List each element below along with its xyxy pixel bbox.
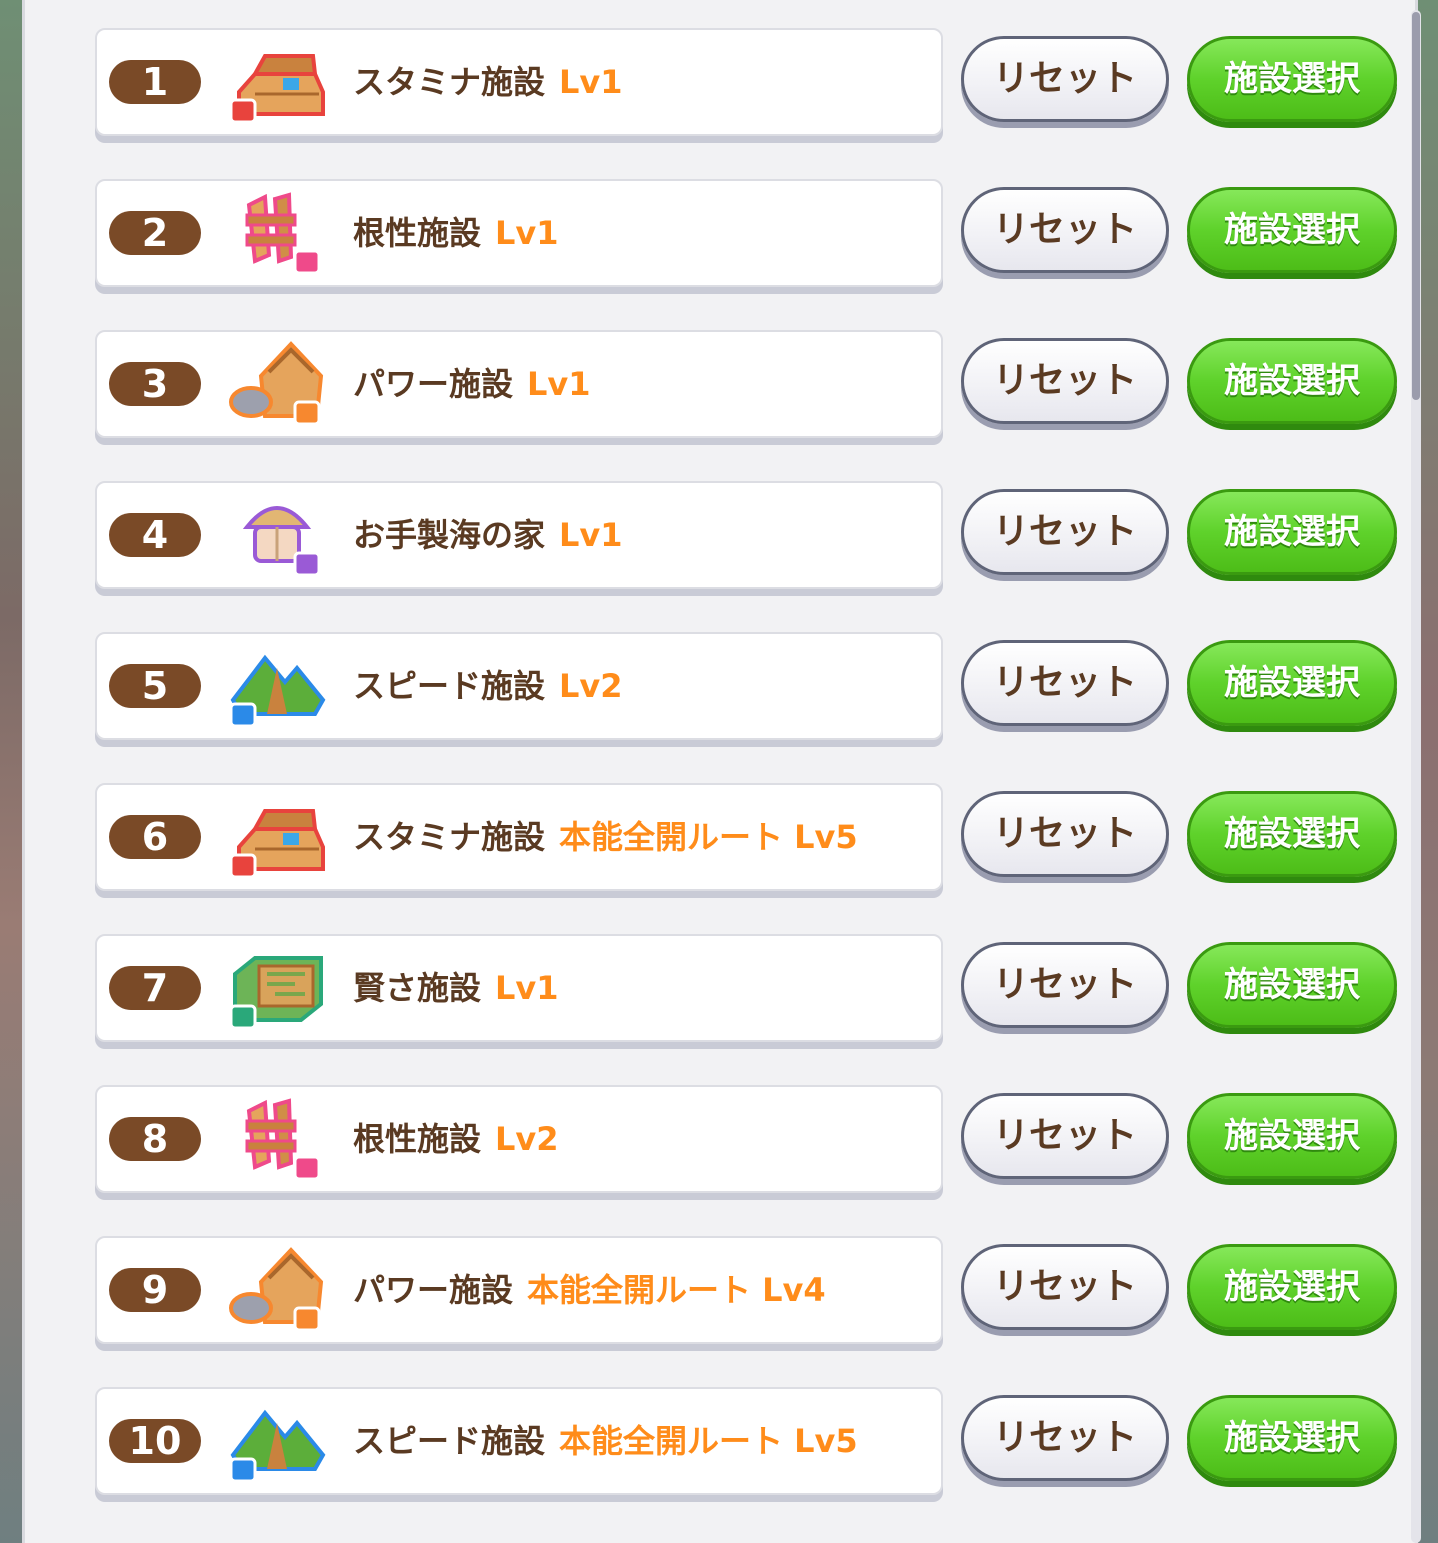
facility-row: 9 パワー施設 本能全開ルート Lv4 リセット 施設選択 xyxy=(25,1236,1405,1356)
facility-level: Lv1 xyxy=(559,63,623,101)
reset-button[interactable]: リセット xyxy=(961,187,1169,273)
speed-facility-icon xyxy=(225,638,329,734)
facility-name: パワー施設 xyxy=(353,1271,514,1309)
select-facility-button[interactable]: 施設選択 xyxy=(1187,1395,1397,1481)
slot-number-badge: 8 xyxy=(109,1117,201,1161)
facility-label: スタミナ施設 Lv1 xyxy=(353,60,623,104)
facility-row: 1 スタミナ施設 Lv1 リセット 施設選択 xyxy=(25,28,1405,148)
facility-level: Lv1 xyxy=(527,365,591,403)
beach-house-icon xyxy=(225,487,329,583)
facility-row: 5 スピード施設 Lv2 リセット 施設選択 xyxy=(25,632,1405,752)
facility-row: 10 スピード施設 本能全開ルート Lv5 リセット 施設選択 xyxy=(25,1387,1405,1507)
slot-number-badge: 5 xyxy=(109,664,201,708)
slot-number-badge: 10 xyxy=(109,1419,201,1463)
facility-name: お手製海の家 xyxy=(353,516,546,554)
slot-number-badge: 2 xyxy=(109,211,201,255)
facility-name: パワー施設 xyxy=(353,365,514,403)
scrollbar-thumb[interactable] xyxy=(1412,12,1420,400)
select-facility-button[interactable]: 施設選択 xyxy=(1187,942,1397,1028)
guts-facility-icon xyxy=(225,185,329,281)
facility-label: 賢さ施設 Lv1 xyxy=(353,966,559,1010)
facility-row: 7 賢さ施設 Lv1 リセット 施設選択 xyxy=(25,934,1405,1054)
facility-label: 根性施設 Lv1 xyxy=(353,211,559,255)
slot-number-badge: 3 xyxy=(109,362,201,406)
facility-name: スタミナ施設 xyxy=(353,63,546,101)
facility-level: 本能全開ルート Lv5 xyxy=(559,818,858,856)
facility-name: スピード施設 xyxy=(353,667,546,705)
select-facility-button[interactable]: 施設選択 xyxy=(1187,1244,1397,1330)
reset-button[interactable]: リセット xyxy=(961,791,1169,877)
facility-level: Lv1 xyxy=(495,969,559,1007)
facility-row: 6 スタミナ施設 本能全開ルート Lv5 リセット 施設選択 xyxy=(25,783,1405,903)
stamina-facility-icon xyxy=(225,34,329,130)
speed-facility-icon xyxy=(225,1393,329,1489)
facility-label: パワー施設 本能全開ルート Lv4 xyxy=(353,1268,826,1312)
select-facility-button[interactable]: 施設選択 xyxy=(1187,640,1397,726)
reset-button[interactable]: リセット xyxy=(961,1093,1169,1179)
facility-name: 賢さ施設 xyxy=(353,969,482,1007)
select-facility-button[interactable]: 施設選択 xyxy=(1187,1093,1397,1179)
reset-button[interactable]: リセット xyxy=(961,338,1169,424)
power-facility-icon xyxy=(225,336,329,432)
select-facility-button[interactable]: 施設選択 xyxy=(1187,338,1397,424)
wisdom-facility-icon xyxy=(225,940,329,1036)
facility-row: 8 根性施設 Lv2 リセット 施設選択 xyxy=(25,1085,1405,1205)
facility-name: スピード施設 xyxy=(353,1422,546,1460)
select-facility-button[interactable]: 施設選択 xyxy=(1187,791,1397,877)
slot-number-badge: 7 xyxy=(109,966,201,1010)
reset-button[interactable]: リセット xyxy=(961,1244,1169,1330)
reset-button[interactable]: リセット xyxy=(961,942,1169,1028)
stamina-facility-icon xyxy=(225,789,329,885)
facility-level: Lv2 xyxy=(495,1120,559,1158)
slot-number-badge: 6 xyxy=(109,815,201,859)
select-facility-button[interactable]: 施設選択 xyxy=(1187,36,1397,122)
facility-level: Lv1 xyxy=(559,516,623,554)
facility-level: Lv1 xyxy=(495,214,559,252)
facility-name: スタミナ施設 xyxy=(353,818,546,856)
facility-label: スタミナ施設 本能全開ルート Lv5 xyxy=(353,815,858,859)
facility-label: スピード施設 Lv2 xyxy=(353,664,623,708)
facility-list-panel: 1 スタミナ施設 Lv1 リセット 施設選択 2 根性施設 Lv1 リセット 施設選択 3 パワー施設… xyxy=(22,0,1421,1543)
background-left-edge xyxy=(0,0,22,1543)
facility-name: 根性施設 xyxy=(353,214,482,252)
facility-level: 本能全開ルート Lv5 xyxy=(559,1422,858,1460)
slot-number-badge: 9 xyxy=(109,1268,201,1312)
facility-label: スピード施設 本能全開ルート Lv5 xyxy=(353,1419,858,1463)
reset-button[interactable]: リセット xyxy=(961,640,1169,726)
reset-button[interactable]: リセット xyxy=(961,36,1169,122)
facility-row: 3 パワー施設 Lv1 リセット 施設選択 xyxy=(25,330,1405,450)
facility-name: 根性施設 xyxy=(353,1120,482,1158)
facility-label: お手製海の家 Lv1 xyxy=(353,513,623,557)
select-facility-button[interactable]: 施設選択 xyxy=(1187,187,1397,273)
select-facility-button[interactable]: 施設選択 xyxy=(1187,489,1397,575)
background-right-edge xyxy=(1418,0,1438,1543)
facility-label: 根性施設 Lv2 xyxy=(353,1117,559,1161)
guts-facility-icon xyxy=(225,1091,329,1187)
facility-row: 4 お手製海の家 Lv1 リセット 施設選択 xyxy=(25,481,1405,601)
facility-label: パワー施設 Lv1 xyxy=(353,362,591,406)
facility-row: 2 根性施設 Lv1 リセット 施設選択 xyxy=(25,179,1405,299)
facility-level: Lv2 xyxy=(559,667,623,705)
reset-button[interactable]: リセット xyxy=(961,1395,1169,1481)
slot-number-badge: 1 xyxy=(109,60,201,104)
facility-level: 本能全開ルート Lv4 xyxy=(527,1271,826,1309)
reset-button[interactable]: リセット xyxy=(961,489,1169,575)
power-facility-icon xyxy=(225,1242,329,1338)
slot-number-badge: 4 xyxy=(109,513,201,557)
